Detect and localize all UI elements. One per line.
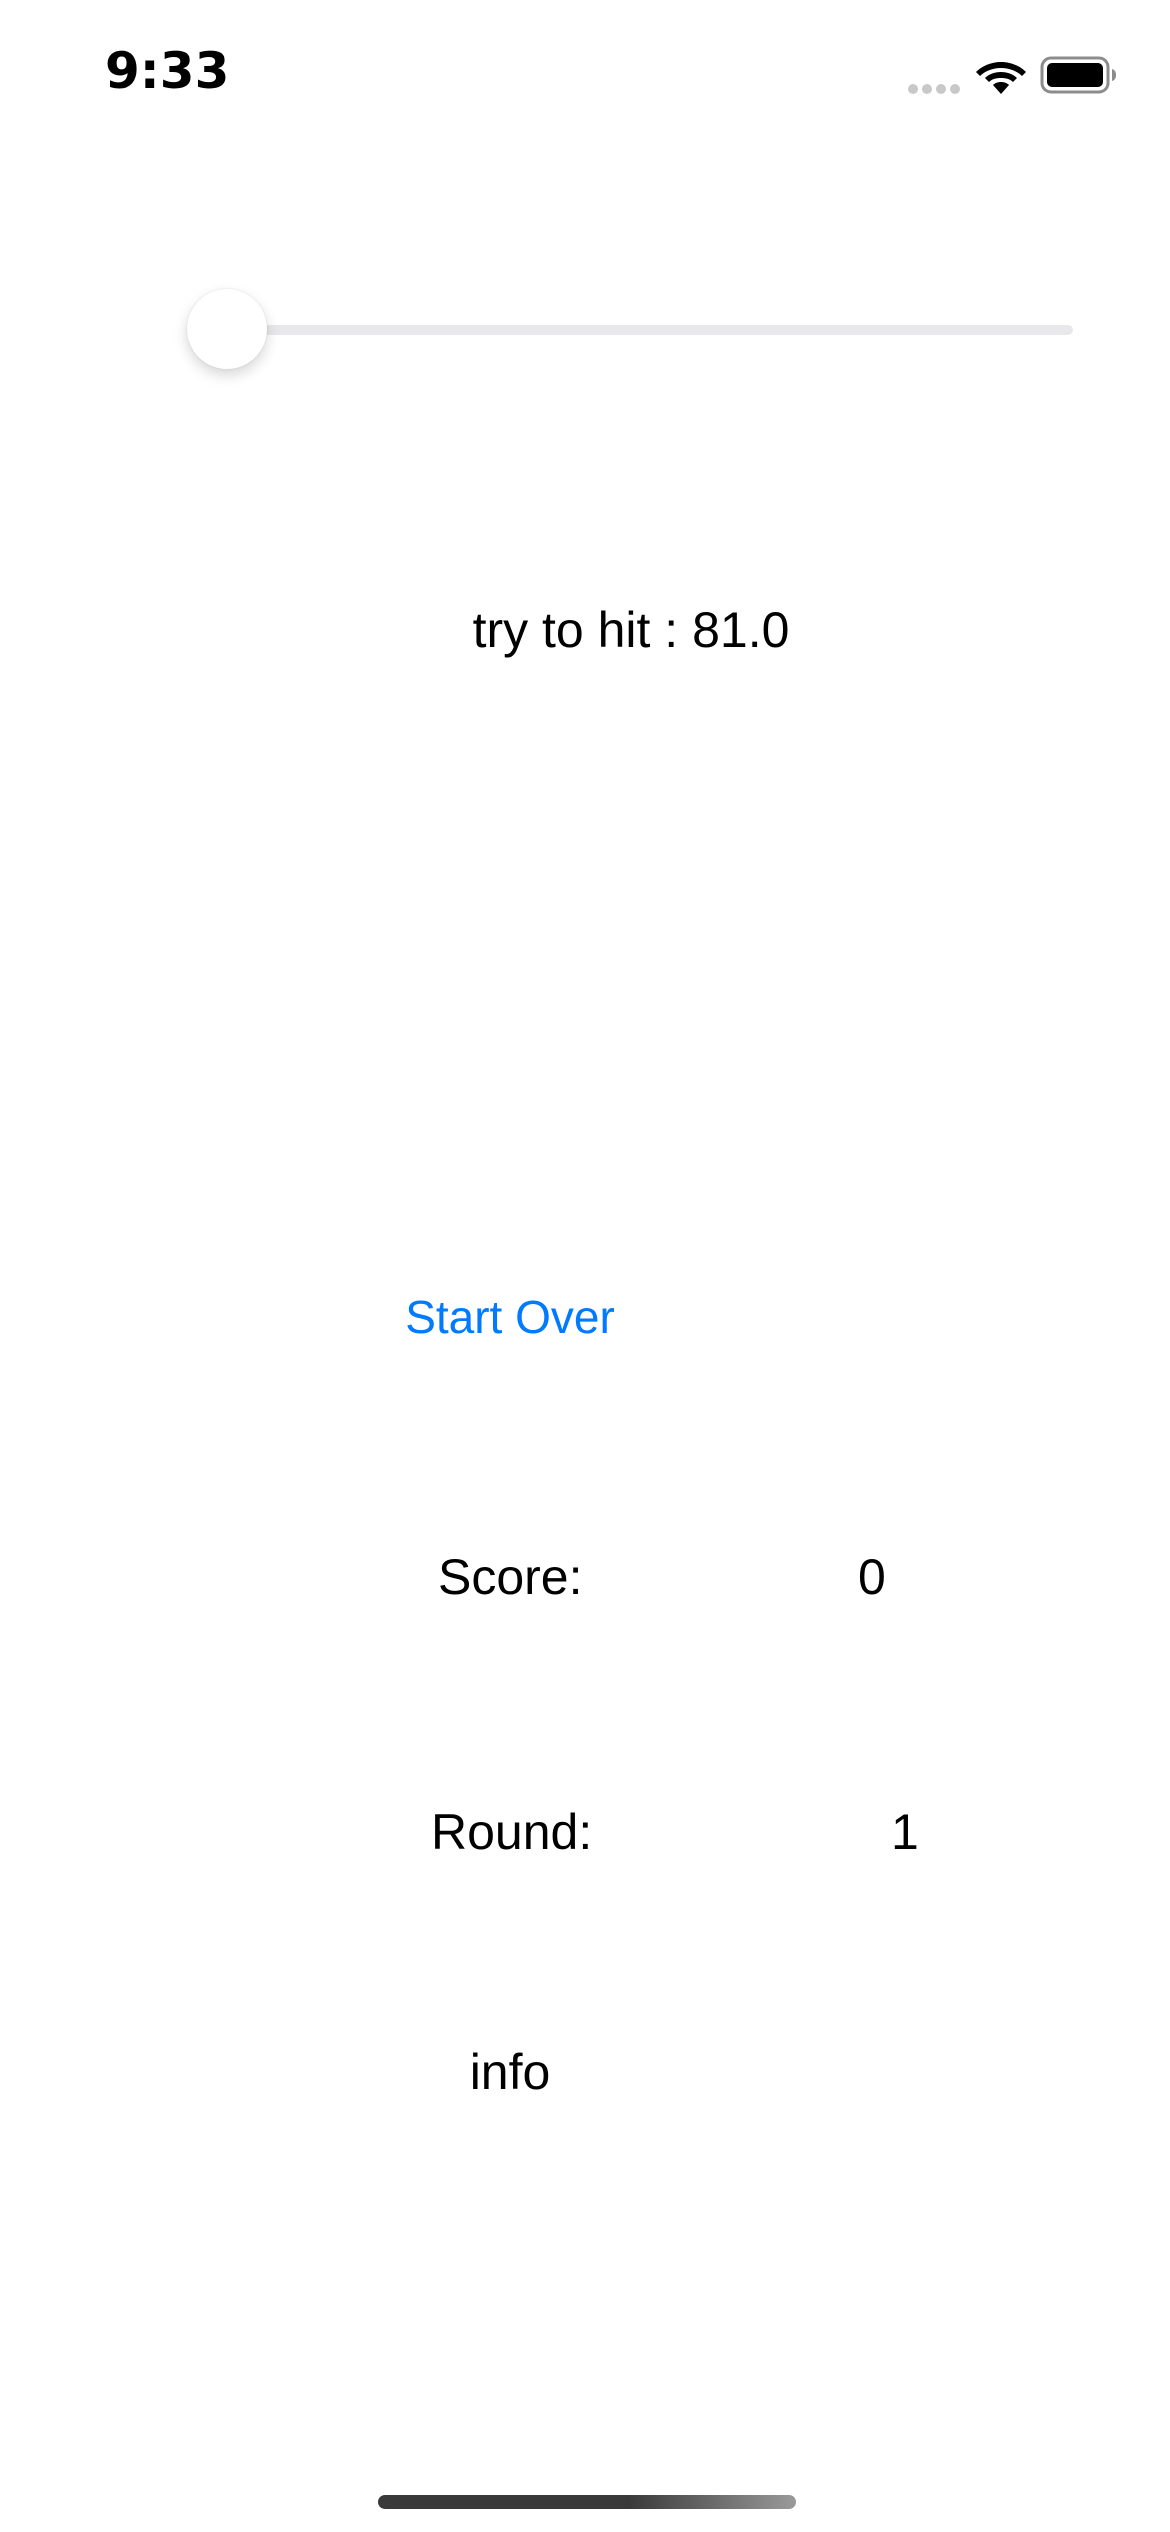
round-label: Round: <box>431 1804 593 1860</box>
info-button[interactable]: info <box>430 2043 590 2101</box>
wifi-icon <box>976 62 1026 94</box>
score-label: Score: <box>438 1549 583 1605</box>
slider-track[interactable] <box>227 325 1073 335</box>
battery-icon <box>1040 56 1116 94</box>
score-value: 0 <box>858 1549 886 1605</box>
status-bar: 9:33 <box>0 0 1170 150</box>
slider-thumb[interactable] <box>187 289 267 369</box>
start-over-button[interactable]: Start Over <box>340 1290 680 1344</box>
target-label: try to hit : 81.0 <box>472 602 790 658</box>
round-value: 1 <box>891 1804 919 1860</box>
status-time: 9:33 <box>105 42 230 100</box>
value-slider[interactable] <box>187 287 1073 369</box>
signal-icon <box>908 80 964 96</box>
home-indicator <box>378 2495 796 2509</box>
